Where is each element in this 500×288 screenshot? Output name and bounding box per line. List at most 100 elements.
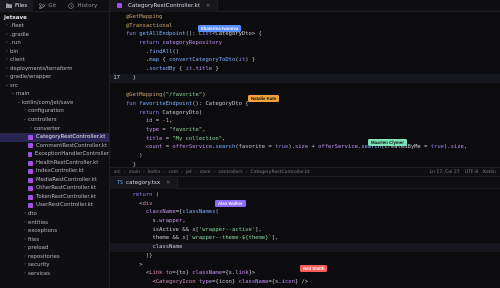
file-item[interactable]: ExceptionHandlerController xyxy=(0,150,109,159)
folder-item[interactable]: › .gradle xyxy=(0,31,109,40)
tree-item-label: HealthRestController.kt xyxy=(36,159,99,166)
file-item[interactable]: HealthRestController.kt xyxy=(0,159,109,168)
code-line[interactable]: @Transactional xyxy=(110,22,500,31)
project-name[interactable]: jetsave xyxy=(0,12,109,22)
breadcrumb-item[interactable]: com xyxy=(168,170,178,175)
breadcrumb-item[interactable]: CategoryRestController.kt xyxy=(250,170,309,175)
folder-item[interactable]: › client xyxy=(0,56,109,65)
code-line[interactable]: fun getAllEndpoint(): List<CategoryDto> … xyxy=(110,30,500,39)
folder-item[interactable]: › entities xyxy=(0,219,109,228)
close-icon[interactable]: ✕ xyxy=(166,180,170,186)
line-number xyxy=(110,30,124,39)
code-line[interactable]: .findAll() xyxy=(110,48,500,57)
code-line[interactable]: className={classNames( xyxy=(110,208,500,217)
folder-icon xyxy=(6,3,12,9)
file-item[interactable]: OtherRestController.kt xyxy=(0,184,109,193)
tree-item-label: configuration xyxy=(28,108,64,115)
tree-item-label: OtherRestController.kt xyxy=(36,185,97,192)
code-line[interactable]: @GetMapping("/favorite") xyxy=(110,91,500,100)
code-line[interactable]: @GetMapping xyxy=(110,13,500,22)
folder-item[interactable]: › files xyxy=(0,236,109,245)
code-area-bottom[interactable]: return ( <div className={classNames( s.w… xyxy=(110,191,500,287)
code-line[interactable]: count = offerService.search(favorite = t… xyxy=(110,143,500,152)
folder-item[interactable]: › .run xyxy=(0,39,109,48)
kotlin-file-icon xyxy=(28,143,33,149)
code-line[interactable]: 17 } xyxy=(110,73,500,83)
code-line[interactable]: return ( xyxy=(110,191,500,200)
editor-bottom: TS category.tsx ✕ return ( <div classNam… xyxy=(110,176,500,288)
file-item[interactable]: TokenRestController.kt xyxy=(0,193,109,202)
line-number xyxy=(110,135,124,144)
code-line[interactable]: type = "favorite", xyxy=(110,126,500,135)
code-line[interactable]: className xyxy=(110,243,500,252)
folder-item[interactable]: ⌄ src xyxy=(0,82,109,91)
breadcrumb-separator: › xyxy=(163,169,166,175)
breadcrumb-item[interactable]: kotlin xyxy=(148,170,161,175)
code-line[interactable]: .map { convertCategoryToDto(it) } xyxy=(110,56,500,65)
tree-item-label: converter xyxy=(34,125,61,132)
folder-item[interactable]: › bin xyxy=(0,48,109,57)
line-number xyxy=(110,117,124,126)
folder-item[interactable]: › exceptions xyxy=(0,227,109,236)
folder-item[interactable]: › gradle/wrapper xyxy=(0,73,109,82)
folder-item[interactable]: › dto xyxy=(0,210,109,219)
folder-item[interactable]: › repositories xyxy=(0,253,109,262)
file-item[interactable]: CategoryRestController.kt xyxy=(0,133,109,142)
code-line[interactable]: fun favoriteEndpoint(): CategoryDto { xyxy=(110,100,500,109)
code-line[interactable]: )} xyxy=(110,252,500,261)
cursor-position[interactable]: Ln 17, Col 27 xyxy=(429,170,459,175)
folder-item[interactable]: › .fleet xyxy=(0,22,109,31)
folder-item[interactable]: › converter xyxy=(0,125,109,134)
folder-item[interactable]: › configuration xyxy=(0,107,109,116)
folder-item[interactable]: ⌄ controllers xyxy=(0,116,109,125)
file-item[interactable]: CommentRestController.kt xyxy=(0,142,109,151)
code-line[interactable]: <div xyxy=(110,200,500,209)
editor-bottom-tabbar: TS category.tsx ✕ xyxy=(110,177,500,189)
encoding[interactable]: UTF-8 xyxy=(465,170,478,175)
tree-item-label: UserRestController.kt xyxy=(36,202,93,209)
tab-history[interactable]: History xyxy=(62,0,103,12)
folder-item[interactable]: › preload xyxy=(0,244,109,253)
breadcrumb-item[interactable]: controllers xyxy=(218,170,242,175)
tab-git[interactable]: Git xyxy=(33,0,62,12)
code-line[interactable]: ) xyxy=(110,152,500,161)
folder-item[interactable]: › deployments/terraform xyxy=(0,65,109,74)
code-area-top[interactable]: @GetMapping @Transactional fun getAllEndpo… xyxy=(110,13,500,169)
code-line[interactable]: return categoryRepository xyxy=(110,39,500,48)
file-item[interactable]: UserRestController.kt xyxy=(0,201,109,210)
folder-item[interactable]: › security xyxy=(0,261,109,270)
file-item[interactable]: IndexController.kt xyxy=(0,167,109,176)
tree-item-label: exceptions xyxy=(28,228,58,235)
code-text: return categoryRepository xyxy=(139,40,223,47)
code-line[interactable]: theme && s[`wrapper--theme-${theme}`], xyxy=(110,234,500,243)
line-number xyxy=(110,217,124,226)
breadcrumb-item[interactable]: jet xyxy=(186,170,192,175)
breadcrumb-separator: › xyxy=(123,169,126,175)
language-mode[interactable]: Kotlin xyxy=(483,170,496,175)
tree-item-label: CommentRestController.kt xyxy=(36,142,108,149)
code-line[interactable]: <CategoryIcon type={icon} className={s.i… xyxy=(110,278,500,287)
code-line[interactable]: id = -1, xyxy=(110,117,500,126)
line-number xyxy=(110,39,124,48)
file-tab-category-rest-controller[interactable]: CategoryRestController.kt ✕ xyxy=(110,0,219,12)
line-number xyxy=(110,243,124,252)
folder-item[interactable]: › services xyxy=(0,270,109,279)
code-text: return CategoryDto( xyxy=(139,109,203,116)
file-item[interactable]: MediaRestController.kt xyxy=(0,176,109,185)
tree-item-label: ExceptionHandlerController xyxy=(34,151,109,158)
breadcrumb-item[interactable]: save xyxy=(200,170,211,175)
file-tab-category-tsx[interactable]: TS category.tsx ✕ xyxy=(110,177,179,189)
breadcrumb-item[interactable]: main xyxy=(129,170,140,175)
close-icon[interactable]: ✕ xyxy=(206,3,210,9)
code-line[interactable]: isActive && s['wrapper--active'], xyxy=(110,226,500,235)
code-line[interactable] xyxy=(110,83,500,92)
folder-item[interactable]: ⌄ main xyxy=(0,90,109,99)
code-line[interactable]: s.wrapper, xyxy=(110,217,500,226)
code-line[interactable]: .sortedBy { it.title } xyxy=(110,65,500,74)
code-text: @Transactional xyxy=(126,22,173,29)
tab-files[interactable]: Files xyxy=(0,0,34,12)
folder-item[interactable]: ⌄ kotlin/com/jet/save xyxy=(0,99,109,108)
code-line[interactable]: return CategoryDto( xyxy=(110,109,500,118)
code-line[interactable]: title = "My collection", xyxy=(110,135,500,144)
breadcrumb-item[interactable]: src xyxy=(114,170,121,175)
